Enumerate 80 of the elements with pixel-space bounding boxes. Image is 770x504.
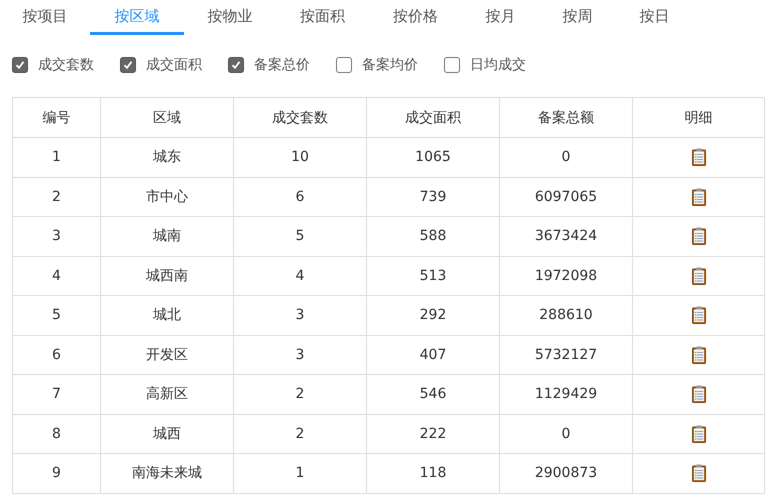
table-cell: 南海未来城 [100,454,234,493]
table-cell: 2900873 [500,454,632,493]
column-header: 区域 [100,98,234,138]
clipboard-icon[interactable] [692,306,706,324]
table-cell: 288610 [500,296,632,335]
table-cell: 546 [366,374,500,414]
clipboard-icon[interactable] [692,148,706,166]
checkmark-icon [231,60,241,70]
table-cell: 513 [366,256,500,296]
checkbox[interactable] [336,57,352,73]
tab[interactable]: 按周 [539,0,616,35]
table-cell: 407 [366,335,500,374]
tab[interactable]: 按日 [616,0,693,35]
checkmark-icon [123,60,133,70]
table-cell: 3 [12,216,100,256]
table-cell: 0 [500,414,632,454]
table-cell: 8 [12,414,100,454]
table-cell: 5 [234,216,366,256]
table-cell: 1065 [366,138,500,177]
column-header: 成交面积 [366,98,500,138]
clipboard-icon[interactable] [692,266,706,285]
table-cell: 6 [234,177,366,216]
table-cell: 2 [234,374,366,414]
table-cell: 市中心 [100,177,234,216]
tab[interactable]: 按项目 [0,0,90,35]
column-header: 编号 [12,98,100,138]
table-cell: 3 [234,296,366,335]
clipboard-icon[interactable] [692,464,706,482]
table-cell: 高新区 [100,374,234,414]
checkbox-label: 备案均价 [362,56,418,74]
column-header: 明细 [632,98,764,138]
tab[interactable]: 按物业 [184,0,276,35]
table-cell: 城西南 [100,256,234,296]
checkbox[interactable] [12,57,28,73]
table-cell: 1129429 [500,374,632,414]
clipboard-icon[interactable] [692,424,706,443]
checkmark-icon [15,60,25,70]
tab[interactable]: 按面积 [276,0,369,35]
tab[interactable]: 按价格 [369,0,462,35]
table-cell: 1 [12,138,100,177]
table-cell: 5732127 [500,335,632,374]
checkbox[interactable] [228,57,244,73]
table-cell: 城北 [100,296,234,335]
table-cell: 城东 [100,138,234,177]
table-cell: 0 [500,138,632,177]
table-cell: 9 [12,454,100,493]
table-cell: 开发区 [100,335,234,374]
table-cell: 10 [234,138,366,177]
column-header: 成交套数 [234,98,366,138]
checkbox-label: 备案总价 [254,56,310,74]
checkbox-label: 成交面积 [146,56,202,74]
table-cell: 2 [12,177,100,216]
table-cell: 588 [366,216,500,256]
checkbox[interactable] [444,57,460,73]
table-cell: 1972098 [500,256,632,296]
table-cell: 222 [366,414,500,454]
checkbox-label: 日均成交 [470,56,526,74]
table-cell: 4 [234,256,366,296]
checkbox[interactable] [120,57,136,73]
table-cell: 4 [12,256,100,296]
table-cell: 3673424 [500,216,632,256]
clipboard-icon[interactable] [692,346,706,364]
table-cell: 1 [234,454,366,493]
clipboard-icon[interactable] [692,227,706,246]
clipboard-icon[interactable] [692,188,706,206]
table-cell: 3 [234,335,366,374]
tab[interactable]: 按月 [462,0,539,35]
table-cell: 5 [12,296,100,335]
table-cell: 118 [366,454,500,493]
column-header: 备案总额 [500,98,632,138]
table-cell: 739 [366,177,500,216]
table-cell: 6 [12,335,100,374]
table-cell: 292 [366,296,500,335]
table-cell: 6097065 [500,177,632,216]
table-cell: 7 [12,374,100,414]
table-cell: 城南 [100,216,234,256]
checkbox-label: 成交套数 [38,56,94,74]
table-cell: 2 [234,414,366,454]
table-cell: 城西 [100,414,234,454]
clipboard-icon[interactable] [692,385,706,404]
